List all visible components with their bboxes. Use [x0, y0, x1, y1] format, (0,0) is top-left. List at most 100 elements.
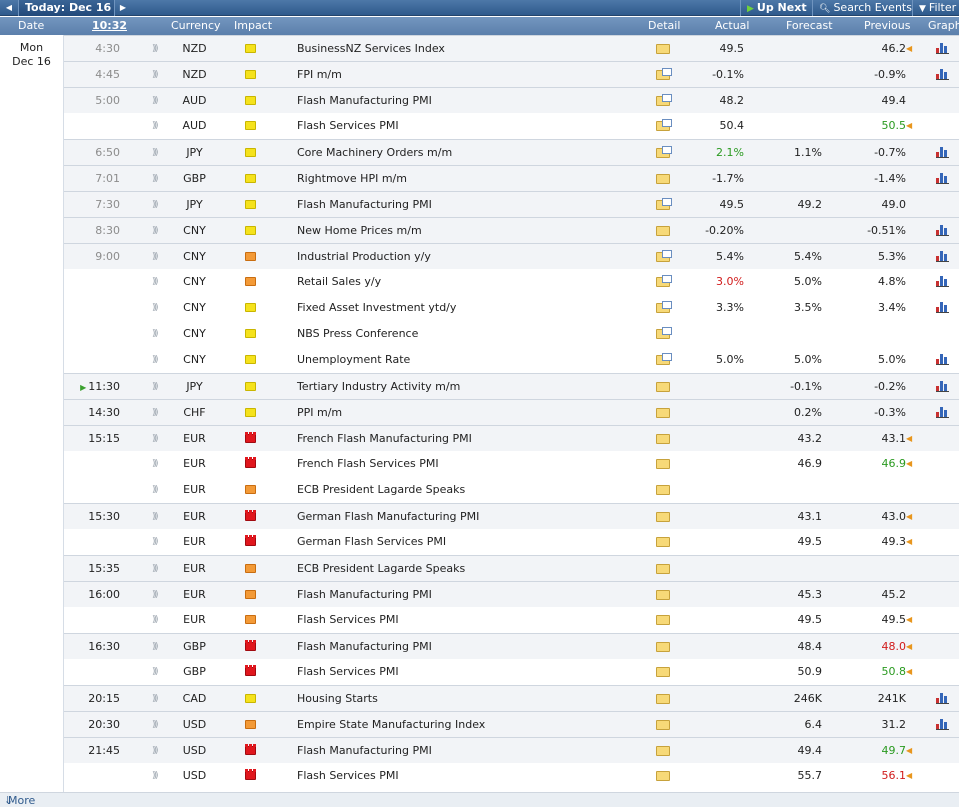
- table-row[interactable]: 15:35))) EUR ECB President Lagarde Speaks: [64, 555, 959, 581]
- detail-folder-icon[interactable]: [656, 408, 670, 418]
- speaker-icon[interactable]: ))): [152, 192, 158, 218]
- speaker-icon[interactable]: ))): [152, 686, 158, 712]
- graph-icon[interactable]: [936, 69, 949, 80]
- revised-arrow-icon[interactable]: ◀: [906, 113, 912, 139]
- graph-icon[interactable]: [936, 693, 949, 704]
- table-row[interactable]: ))) CNY Fixed Asset Investment ytd/y 3.3% 3.…: [64, 295, 959, 321]
- event-title[interactable]: French Flash Services PMI: [297, 451, 439, 477]
- speaker-icon[interactable]: ))): [152, 400, 158, 426]
- speaker-icon[interactable]: ))): [152, 321, 158, 347]
- graph-icon[interactable]: [936, 302, 949, 313]
- table-row[interactable]: 16:00))) EUR Flash Manufacturing PMI 45.3 45…: [64, 581, 959, 607]
- event-title[interactable]: New Home Prices m/m: [297, 218, 422, 244]
- speaker-icon[interactable]: ))): [152, 634, 158, 660]
- prev-day-arrow-icon[interactable]: ◀: [2, 0, 16, 16]
- detail-folder-icon[interactable]: [656, 353, 672, 365]
- graph-icon[interactable]: [936, 719, 949, 730]
- event-title[interactable]: Core Machinery Orders m/m: [297, 140, 452, 166]
- table-row[interactable]: 14:30))) CHF PPI m/m 0.2% -0.3%: [64, 399, 959, 425]
- speaker-icon[interactable]: ))): [152, 426, 158, 452]
- table-row[interactable]: 4:30))) NZD BusinessNZ Services Index 49.5 4…: [64, 35, 959, 61]
- speaker-icon[interactable]: ))): [152, 712, 158, 738]
- revised-arrow-icon[interactable]: ◀: [906, 763, 912, 789]
- event-title[interactable]: Flash Manufacturing PMI: [297, 88, 432, 114]
- speaker-icon[interactable]: ))): [152, 88, 158, 114]
- table-row[interactable]: ))) CNY NBS Press Conference: [64, 321, 959, 347]
- event-title[interactable]: ECB President Lagarde Speaks: [297, 477, 465, 503]
- detail-folder-icon[interactable]: [656, 485, 670, 495]
- detail-folder-icon[interactable]: [656, 746, 670, 756]
- speaker-icon[interactable]: ))): [152, 140, 158, 166]
- event-title[interactable]: Flash Services PMI: [297, 659, 399, 685]
- filter-button[interactable]: ▼ Filter: [912, 0, 959, 16]
- table-row[interactable]: ))) EUR Flash Services PMI 49.5 49.5 ◀: [64, 607, 959, 633]
- speaker-icon[interactable]: ))): [152, 556, 158, 582]
- table-row[interactable]: ))) AUD Flash Services PMI 50.4 50.5 ◀: [64, 113, 959, 139]
- table-row[interactable]: ))) EUR French Flash Services PMI 46.9 46.9 ◀: [64, 451, 959, 477]
- graph-icon[interactable]: [936, 251, 949, 262]
- event-title[interactable]: Flash Manufacturing PMI: [297, 738, 432, 764]
- speaker-icon[interactable]: ))): [152, 374, 158, 400]
- speaker-icon[interactable]: ))): [152, 36, 158, 62]
- event-title[interactable]: French Flash Manufacturing PMI: [297, 426, 472, 452]
- col-time[interactable]: 10:32: [92, 17, 127, 35]
- speaker-icon[interactable]: ))): [152, 477, 158, 503]
- speaker-icon[interactable]: ))): [152, 269, 158, 295]
- event-title[interactable]: NBS Press Conference: [297, 321, 418, 347]
- revised-arrow-icon[interactable]: ◀: [906, 529, 912, 555]
- table-row[interactable]: 5:00))) AUD Flash Manufacturing PMI 48.2 49.…: [64, 87, 959, 113]
- detail-folder-icon[interactable]: [656, 250, 672, 262]
- event-title[interactable]: Flash Manufacturing PMI: [297, 192, 432, 218]
- speaker-icon[interactable]: ))): [152, 347, 158, 373]
- detail-folder-icon[interactable]: [656, 382, 670, 392]
- detail-folder-icon[interactable]: [656, 564, 670, 574]
- event-title[interactable]: Rightmove HPI m/m: [297, 166, 407, 192]
- speaker-icon[interactable]: ))): [152, 244, 158, 270]
- next-day-arrow-icon[interactable]: ▶: [116, 0, 130, 16]
- detail-folder-icon[interactable]: [656, 226, 670, 236]
- graph-icon[interactable]: [936, 354, 949, 365]
- event-title[interactable]: Flash Manufacturing PMI: [297, 634, 432, 660]
- revised-arrow-icon[interactable]: ◀: [906, 451, 912, 477]
- speaker-icon[interactable]: ))): [152, 166, 158, 192]
- table-row[interactable]: 7:30))) JPY Flash Manufacturing PMI 49.5 49.…: [64, 191, 959, 217]
- detail-folder-icon[interactable]: [656, 667, 670, 677]
- revised-arrow-icon[interactable]: ◀: [906, 426, 912, 452]
- event-title[interactable]: Housing Starts: [297, 686, 378, 712]
- table-row[interactable]: ))) CNY Retail Sales y/y 3.0% 5.0% 4.8%: [64, 269, 959, 295]
- speaker-icon[interactable]: ))): [152, 738, 158, 764]
- graph-icon[interactable]: [936, 225, 949, 236]
- table-row[interactable]: ))) USD Flash Services PMI 55.7 56.1 ◀: [64, 763, 959, 789]
- event-title[interactable]: Flash Manufacturing PMI: [297, 582, 432, 608]
- detail-folder-icon[interactable]: [656, 615, 670, 625]
- table-row[interactable]: 11:30))) JPY Tertiary Industry Activity m/…: [64, 373, 959, 399]
- detail-folder-icon[interactable]: [656, 434, 670, 444]
- event-title[interactable]: Unemployment Rate: [297, 347, 410, 373]
- table-row[interactable]: ))) CNY Unemployment Rate 5.0% 5.0% 5.0%: [64, 347, 959, 373]
- speaker-icon[interactable]: ))): [152, 763, 158, 789]
- speaker-icon[interactable]: ))): [152, 113, 158, 139]
- table-row[interactable]: 16:30))) GBP Flash Manufacturing PMI 48.4 48…: [64, 633, 959, 659]
- table-row[interactable]: ))) EUR German Flash Services PMI 49.5 49.3 ◀: [64, 529, 959, 555]
- speaker-icon[interactable]: ))): [152, 529, 158, 555]
- table-row[interactable]: 15:30))) EUR German Flash Manufacturing PM…: [64, 503, 959, 529]
- search-events-button[interactable]: 🔍︎ Search Events: [812, 0, 912, 16]
- graph-icon[interactable]: [936, 43, 949, 54]
- graph-icon[interactable]: [936, 276, 949, 287]
- speaker-icon[interactable]: ))): [152, 295, 158, 321]
- revised-arrow-icon[interactable]: ◀: [906, 504, 912, 530]
- table-row[interactable]: 6:50))) JPY Core Machinery Orders m/m 2.1% 1…: [64, 139, 959, 165]
- revised-arrow-icon[interactable]: ◀: [906, 634, 912, 660]
- detail-folder-icon[interactable]: [656, 327, 672, 339]
- detail-folder-icon[interactable]: [656, 301, 672, 313]
- event-title[interactable]: Fixed Asset Investment ytd/y: [297, 295, 456, 321]
- table-row[interactable]: 21:45))) USD Flash Manufacturing PMI 49.4 49…: [64, 737, 959, 763]
- graph-icon[interactable]: [936, 381, 949, 392]
- speaker-icon[interactable]: ))): [152, 659, 158, 685]
- detail-folder-icon[interactable]: [656, 694, 670, 704]
- event-title[interactable]: Industrial Production y/y: [297, 244, 431, 270]
- detail-folder-icon[interactable]: [656, 119, 672, 131]
- event-title[interactable]: ECB President Lagarde Speaks: [297, 556, 465, 582]
- event-title[interactable]: Tertiary Industry Activity m/m: [297, 374, 460, 400]
- table-row[interactable]: 9:00))) CNY Industrial Production y/y 5.4% 5…: [64, 243, 959, 269]
